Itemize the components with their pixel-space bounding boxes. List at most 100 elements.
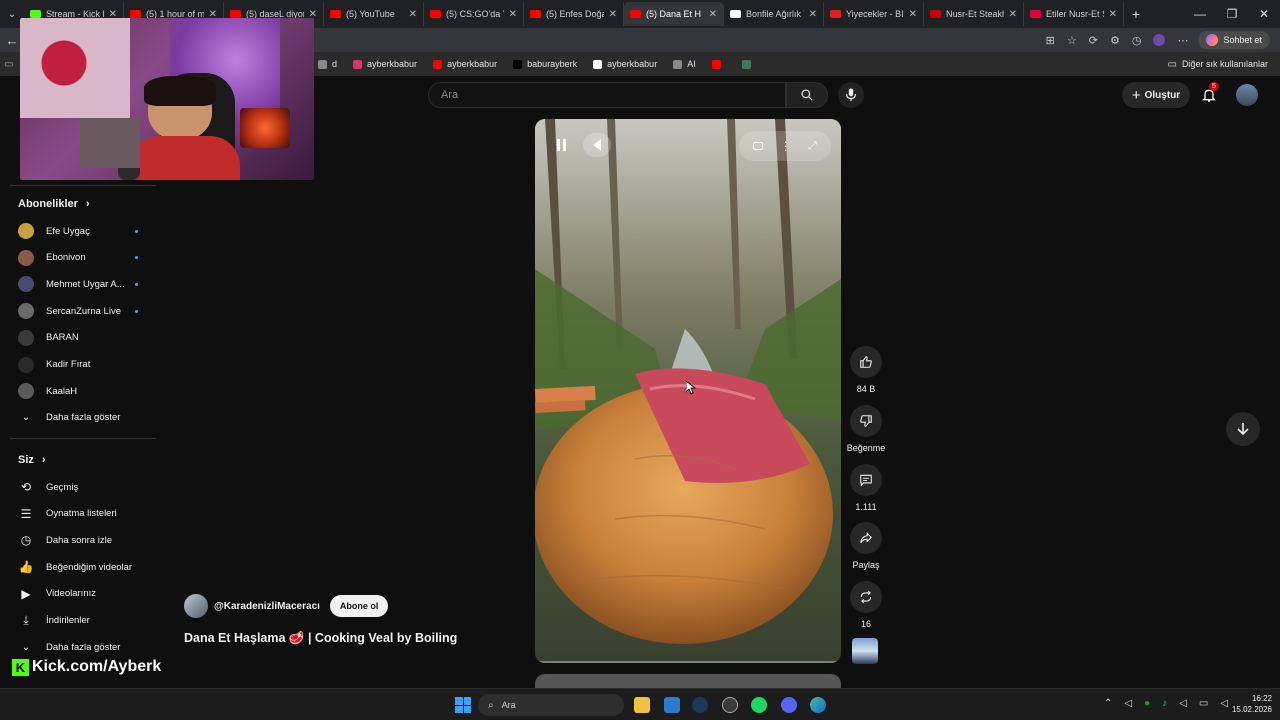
display-tray-icon[interactable]: ▭ (1199, 698, 1208, 709)
collections-icon[interactable]: ⚙ (1110, 34, 1120, 47)
browser-tab[interactable]: Bonfile Ağırlık Ta ✕ (724, 2, 824, 26)
tray-app-icon[interactable]: ● (1144, 698, 1150, 709)
browser-tab[interactable]: (5) CS:GO'da Yaşa ✕ (424, 2, 524, 26)
new-tab-button[interactable]: + (1124, 6, 1148, 22)
channel-avatar[interactable] (184, 594, 208, 618)
dislike-button[interactable] (850, 405, 882, 437)
start-button[interactable] (455, 697, 471, 713)
fullscreen-icon[interactable]: ⤢ (808, 140, 817, 153)
pause-button[interactable] (549, 133, 573, 157)
show-more-you[interactable]: ⌄ Daha fazla göster (18, 637, 138, 657)
you-item[interactable]: ◷ Daha sonra izle (18, 530, 138, 550)
you-item[interactable]: ▶ Videolarınız (18, 584, 138, 604)
browser-tab[interactable]: Yiyecekler - BIGC ✕ (824, 2, 924, 26)
like-action[interactable]: 84 B (846, 346, 886, 394)
bookmark-item[interactable] (704, 59, 734, 69)
you-item[interactable]: 👍 Beğendiğim videolar (18, 557, 138, 577)
channel-name[interactable]: @KaradenizliMaceracı (214, 601, 320, 612)
edge-icon[interactable] (810, 697, 826, 713)
sound-thumbnail[interactable] (852, 638, 878, 664)
favorite-star-icon[interactable]: ☆ (1067, 34, 1077, 47)
subscription-item[interactable]: Mehmet Uygar A... (18, 274, 138, 294)
discord-icon[interactable] (781, 697, 797, 713)
you-item[interactable]: ⟲ Geçmiş (18, 477, 138, 497)
store-icon[interactable] (664, 697, 680, 713)
browser-tab[interactable]: Nusr-Et Steakhou ✕ (924, 2, 1024, 26)
spotify-icon[interactable] (751, 697, 767, 713)
file-explorer-icon[interactable] (634, 697, 650, 713)
tab-close-icon[interactable]: ✕ (709, 9, 717, 20)
subscribe-button[interactable]: Abone ol (329, 595, 389, 617)
you-header[interactable]: Siz › (18, 454, 46, 466)
subscription-item[interactable]: KaalaH (18, 381, 138, 401)
taskbar-search[interactable]: ⌕ Ara (478, 694, 624, 716)
maximize-button[interactable]: ❐ (1216, 7, 1248, 21)
browser-tab[interactable]: (5) YouTube ✕ (324, 2, 424, 26)
bookmark-item[interactable]: ayberkbabur (425, 59, 505, 69)
bookmark-icon-left[interactable]: ▭ (4, 59, 20, 70)
bookmark-item[interactable]: d (310, 59, 345, 69)
minimize-button[interactable]: — (1184, 7, 1216, 21)
more-menu-icon[interactable]: ⋯ (1177, 34, 1188, 47)
search-button[interactable] (786, 82, 828, 108)
subscription-item[interactable]: Kadir Fırat (18, 355, 138, 375)
subscription-item[interactable]: SercanZurna Live (18, 301, 138, 321)
volume-button[interactable] (583, 133, 611, 157)
comments-button[interactable] (850, 464, 882, 496)
tab-close-icon[interactable]: ✕ (609, 9, 617, 20)
profile-icon[interactable] (1153, 33, 1166, 46)
video-title[interactable]: Dana Et Haşlama 🥩 | Cooking Veal by Boil… (184, 631, 457, 646)
tab-close-icon[interactable]: ✕ (1109, 9, 1117, 20)
subscription-item[interactable]: BARAN (18, 328, 138, 348)
clock[interactable]: 16:22 15.02.2026 (1220, 693, 1272, 715)
tray-chevron-icon[interactable]: ⌃ (1104, 698, 1112, 709)
steam-icon[interactable] (692, 697, 708, 713)
mic-tray-icon[interactable]: ♪ (1162, 698, 1167, 709)
search-input[interactable]: Ara (428, 82, 786, 108)
subscription-item[interactable]: Ebonivon (18, 248, 138, 268)
tab-close-icon[interactable]: ✕ (409, 9, 417, 20)
subscriptions-header[interactable]: Abonelikler › (18, 198, 90, 210)
avatar[interactable] (1236, 84, 1258, 106)
you-item[interactable]: ☰ Oynatma listeleri (18, 504, 138, 524)
remix-button[interactable] (850, 581, 882, 613)
progress-bar[interactable] (535, 661, 841, 663)
comments-action[interactable]: 1.111 (846, 464, 886, 512)
tab-close-icon[interactable]: ✕ (809, 9, 817, 20)
remix-action[interactable]: 16 (846, 581, 886, 629)
speaker-tray-icon[interactable]: ◁ (1124, 698, 1132, 709)
volume-tray-icon[interactable]: ◁ (1179, 698, 1187, 709)
other-bookmarks[interactable]: ▭ Diğer sık kullanılanlar (1160, 59, 1277, 70)
history-toolbar-icon[interactable]: ◷ (1132, 34, 1142, 47)
tab-close-icon[interactable]: ✕ (909, 9, 917, 20)
bookmark-item[interactable]: ayberkbabur (345, 59, 425, 69)
browser-tab[interactable]: Etiler Nusr-Et Ste ✕ (1024, 2, 1124, 26)
split-screen-icon[interactable]: ⊞ (1046, 34, 1055, 47)
next-video-button[interactable] (1226, 412, 1260, 446)
extensions-icon[interactable]: ⟳ (1089, 34, 1098, 47)
share-action[interactable]: Paylaş (846, 522, 886, 570)
subscription-item[interactable]: Efe Uygaç (18, 221, 138, 241)
create-button[interactable]: + Oluştur (1122, 82, 1190, 108)
browser-tab[interactable]: (5) Enfes Doğada ✕ (524, 2, 624, 26)
bookmark-item[interactable]: AI (665, 59, 704, 69)
browser-tab[interactable]: (5) Dana Et H ✕ (624, 2, 724, 26)
subscription-label: Mehmet Uygar A... (46, 278, 125, 290)
tab-close-icon[interactable]: ✕ (1009, 9, 1017, 20)
captions-icon[interactable] (753, 142, 764, 150)
share-button[interactable] (850, 522, 882, 554)
bookmark-item[interactable]: ayberkbabur (585, 59, 665, 69)
more-options-icon[interactable]: ⋮ (780, 139, 792, 153)
voice-search-button[interactable] (838, 82, 864, 108)
dislike-action[interactable]: Beğenme (846, 405, 886, 453)
close-window-button[interactable]: ✕ (1248, 7, 1280, 21)
bookmark-item[interactable] (734, 59, 764, 69)
you-item[interactable]: ⤓ İndirilenler (18, 611, 138, 631)
obs-icon[interactable] (722, 697, 738, 713)
copilot-button[interactable]: Sohbet et (1198, 31, 1270, 49)
show-more-subscriptions[interactable]: ⌄ Daha fazla göster (18, 407, 138, 427)
tab-close-icon[interactable]: ✕ (509, 9, 517, 20)
bookmark-item[interactable]: baburayberk (505, 59, 585, 69)
notifications-button[interactable]: 5 (1198, 82, 1220, 106)
like-button[interactable] (850, 346, 882, 378)
